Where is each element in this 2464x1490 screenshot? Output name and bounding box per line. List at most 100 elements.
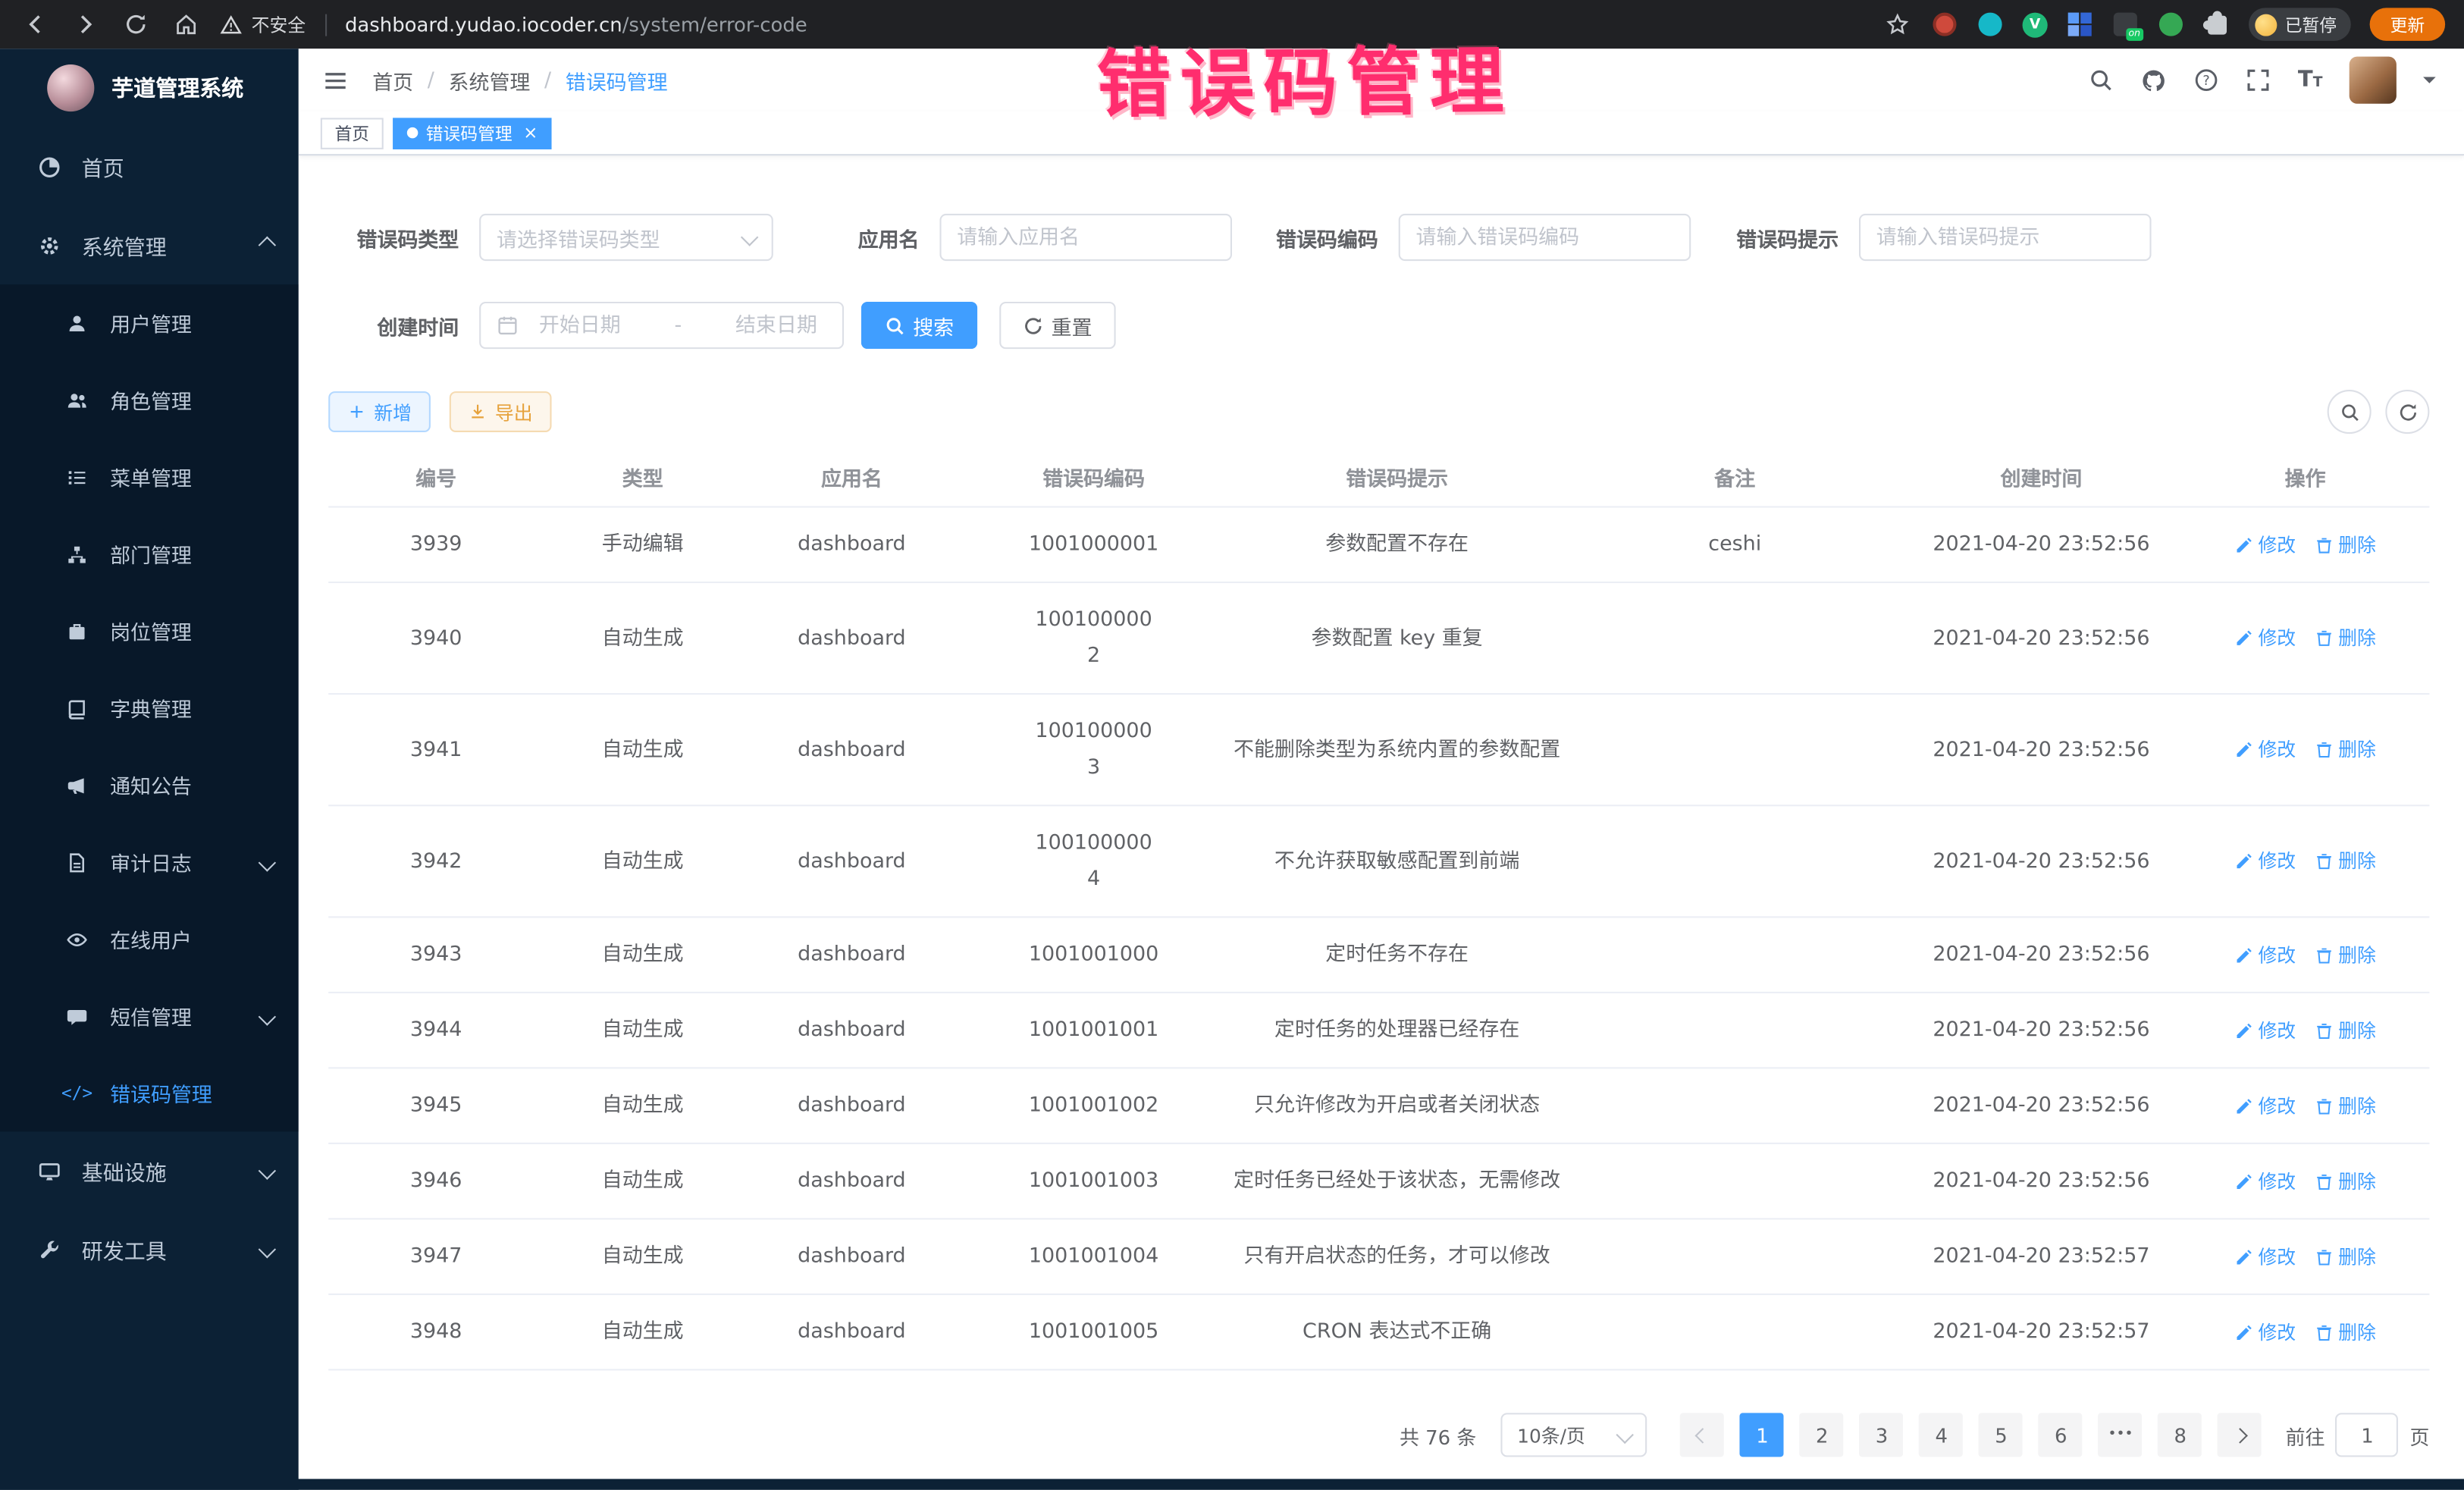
page-button-5[interactable]: 5 bbox=[1980, 1413, 2024, 1457]
search-icon[interactable] bbox=[2089, 67, 2114, 93]
page-button-2[interactable]: 2 bbox=[1800, 1413, 1844, 1457]
sidebar-item-menus[interactable]: 菜单管理 bbox=[0, 438, 299, 516]
github-icon[interactable] bbox=[2141, 67, 2168, 93]
delete-link[interactable]: 删除 bbox=[2315, 1321, 2376, 1343]
page-button-6[interactable]: 6 bbox=[2039, 1413, 2083, 1457]
edit-link[interactable]: 修改 bbox=[2234, 1321, 2296, 1343]
logo[interactable]: 芋道管理系统 bbox=[0, 49, 299, 127]
help-icon[interactable]: ? bbox=[2194, 67, 2219, 93]
back-icon[interactable] bbox=[19, 8, 50, 39]
document-icon bbox=[63, 851, 91, 873]
edit-link[interactable]: 修改 bbox=[2234, 739, 2296, 761]
page-button-8[interactable]: 8 bbox=[2158, 1413, 2202, 1457]
forward-icon[interactable] bbox=[69, 8, 100, 39]
extension-grid-icon[interactable] bbox=[2067, 11, 2093, 38]
user-avatar[interactable] bbox=[2350, 57, 2397, 104]
chevron-down-icon bbox=[259, 1007, 276, 1024]
sidebar-item-devtools[interactable]: 研发工具 bbox=[0, 1210, 299, 1289]
add-button[interactable]: 新增 bbox=[328, 391, 431, 432]
fullscreen-icon[interactable] bbox=[2246, 67, 2271, 93]
font-size-icon[interactable]: TT bbox=[2298, 67, 2323, 93]
update-browser-button[interactable]: 更新 bbox=[2370, 8, 2445, 41]
chevron-down-icon bbox=[259, 1162, 276, 1179]
delete-link[interactable]: 删除 bbox=[2315, 850, 2376, 872]
edit-link[interactable]: 修改 bbox=[2234, 627, 2296, 649]
delete-link[interactable]: 删除 bbox=[2315, 627, 2376, 649]
extension-red-icon[interactable] bbox=[1931, 11, 1958, 38]
url-bar[interactable]: dashboard.yudao.iocoder.cn/system/error-… bbox=[345, 13, 807, 36]
extension-switch-icon[interactable]: on bbox=[2112, 11, 2139, 38]
date-range-picker[interactable]: - bbox=[479, 302, 844, 349]
page-size-select[interactable]: 10条/页 bbox=[1501, 1413, 1647, 1457]
breadcrumb-home[interactable]: 首页 bbox=[372, 65, 413, 95]
delete-link[interactable]: 删除 bbox=[2315, 944, 2376, 966]
sidebar-item-roles[interactable]: 角色管理 bbox=[0, 362, 299, 439]
edit-link[interactable]: 修改 bbox=[2234, 1019, 2296, 1041]
edit-link[interactable]: 修改 bbox=[2234, 534, 2296, 556]
edit-link[interactable]: 修改 bbox=[2234, 1170, 2296, 1192]
delete-link[interactable]: 删除 bbox=[2315, 739, 2376, 761]
goto-page-input[interactable] bbox=[2336, 1413, 2399, 1457]
sidebar-item-infrastructure[interactable]: 基础设施 bbox=[0, 1131, 299, 1210]
error-msg-input[interactable] bbox=[1876, 225, 2134, 249]
bookmark-star-icon[interactable] bbox=[1881, 8, 1912, 39]
extension-green-v-icon[interactable]: V bbox=[2023, 12, 2048, 37]
tab-error-codes[interactable]: 错误码管理 × bbox=[393, 117, 552, 148]
delete-link[interactable]: 删除 bbox=[2315, 534, 2376, 556]
reset-button[interactable]: 重置 bbox=[999, 302, 1115, 349]
toggle-search-button[interactable] bbox=[2328, 390, 2372, 434]
close-icon[interactable]: × bbox=[523, 124, 538, 142]
tab-home[interactable]: 首页 bbox=[321, 117, 384, 148]
next-page-button[interactable] bbox=[2218, 1413, 2262, 1457]
error-type-select[interactable]: 请选择错误码类型 bbox=[479, 214, 773, 261]
sidebar-item-system[interactable]: 系统管理 bbox=[0, 206, 299, 285]
table-toolbar: 新增 导出 bbox=[328, 390, 2429, 434]
app-name-input[interactable] bbox=[957, 225, 1215, 249]
edit-link[interactable]: 修改 bbox=[2234, 944, 2296, 966]
reload-icon[interactable] bbox=[120, 8, 151, 39]
delete-link[interactable]: 删除 bbox=[2315, 1095, 2376, 1117]
extension-teal-icon[interactable] bbox=[1977, 11, 2003, 38]
sidebar-item-home[interactable]: 首页 bbox=[0, 127, 299, 206]
profile-chip[interactable]: 已暂停 bbox=[2249, 8, 2351, 41]
edit-link[interactable]: 修改 bbox=[2234, 850, 2296, 872]
start-date-input[interactable] bbox=[529, 314, 630, 337]
security-indicator[interactable]: 不安全 bbox=[220, 12, 306, 37]
sidebar-item-online-users[interactable]: 在线用户 bbox=[0, 901, 299, 978]
page-button-1[interactable]: 1 bbox=[1740, 1413, 1784, 1457]
delete-link[interactable]: 删除 bbox=[2315, 1019, 2376, 1041]
delete-link[interactable]: 删除 bbox=[2315, 1246, 2376, 1268]
home-icon[interactable] bbox=[170, 8, 201, 39]
topbar: 首页 / 系统管理 / 错误码管理 ? TT bbox=[299, 49, 2464, 111]
refresh-table-button[interactable] bbox=[2385, 390, 2429, 434]
extensions-puzzle-icon[interactable] bbox=[2203, 11, 2230, 38]
avatar-caret-icon[interactable] bbox=[2423, 77, 2436, 83]
cell-type: 自动生成 bbox=[544, 1068, 741, 1142]
sidebar-item-audit-logs[interactable]: 审计日志 bbox=[0, 823, 299, 901]
extension-green-icon[interactable] bbox=[2158, 11, 2184, 38]
sidebar-item-posts[interactable]: 岗位管理 bbox=[0, 592, 299, 670]
breadcrumb-system[interactable]: 系统管理 bbox=[449, 65, 531, 95]
end-date-input[interactable] bbox=[726, 314, 827, 337]
error-code-input[interactable] bbox=[1416, 225, 1674, 249]
sidebar-item-notices[interactable]: 通知公告 bbox=[0, 747, 299, 824]
export-button[interactable]: 导出 bbox=[450, 391, 552, 432]
sidebar-item-error-codes[interactable]: </> 错误码管理 bbox=[0, 1055, 299, 1132]
goto-label: 前往 bbox=[2286, 1420, 2325, 1450]
collapse-sidebar-icon[interactable] bbox=[322, 67, 349, 93]
page-button-4[interactable]: 4 bbox=[1920, 1413, 1964, 1457]
page-ellipsis-button[interactable]: ••• bbox=[2099, 1413, 2143, 1457]
edit-link[interactable]: 修改 bbox=[2234, 1095, 2296, 1117]
edit-link[interactable]: 修改 bbox=[2234, 1246, 2296, 1268]
pencil-icon bbox=[2234, 535, 2253, 554]
table-row: 3943 自动生成 dashboard 1001001000 定时任务不存在 2… bbox=[328, 918, 2429, 993]
page-button-3[interactable]: 3 bbox=[1860, 1413, 1904, 1457]
search-button[interactable]: 搜索 bbox=[861, 302, 977, 349]
sidebar-item-sms[interactable]: 短信管理 bbox=[0, 977, 299, 1055]
sidebar-item-departments[interactable]: 部门管理 bbox=[0, 516, 299, 593]
sidebar-item-users[interactable]: 用户管理 bbox=[0, 284, 299, 362]
delete-link[interactable]: 删除 bbox=[2315, 1170, 2376, 1192]
prev-page-button[interactable] bbox=[1681, 1413, 1725, 1457]
sidebar-item-dictionary[interactable]: 字典管理 bbox=[0, 670, 299, 747]
pencil-icon bbox=[2234, 946, 2253, 965]
